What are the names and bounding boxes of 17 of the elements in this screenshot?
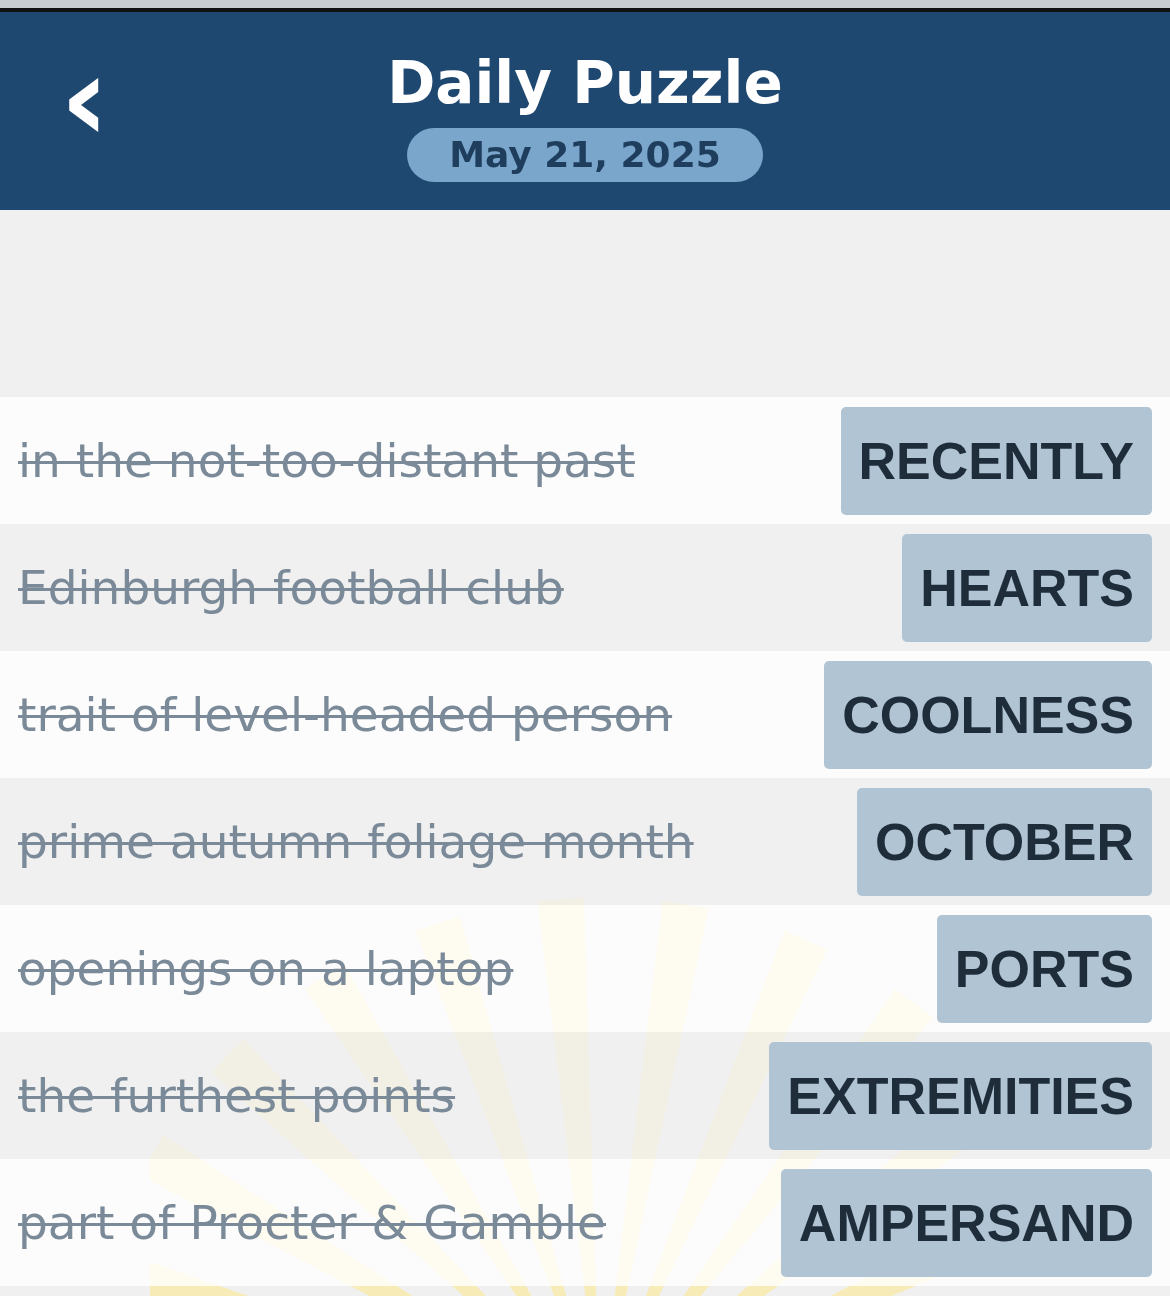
answer-tile: RECENTLY (840, 406, 1152, 515)
answer-tile: COOLNESS (824, 660, 1152, 769)
answer-tile: OCTOBER (856, 787, 1152, 896)
date-badge: May 21, 2025 (407, 128, 763, 182)
clue-text: the furthest points (18, 1068, 456, 1123)
back-button[interactable]: ‹ (52, 54, 118, 144)
clue-text: in the not-too-distant past (18, 433, 635, 488)
clue-text: prime autumn foliage month (18, 814, 694, 869)
page-title: Daily Puzzle (387, 50, 783, 116)
clue-text: part of Procter & Gamble (18, 1195, 606, 1250)
answer-tile: HEARTS (902, 533, 1152, 642)
answer-tile: EXTREMITIES (769, 1041, 1152, 1150)
answer-tile: AMPERSAND (780, 1168, 1152, 1277)
answer-tile: PORTS (936, 914, 1152, 1023)
clue-text: Edinburgh football club (18, 560, 564, 615)
clue-text: trait of level-headed person (18, 687, 673, 742)
clue-text: openings on a laptop (18, 941, 514, 996)
